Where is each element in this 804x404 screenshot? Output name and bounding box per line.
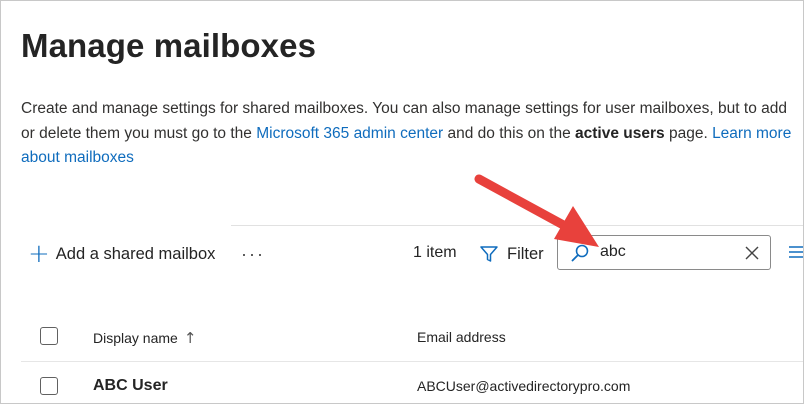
filter-button[interactable]: Filter — [479, 241, 544, 267]
column-header-email[interactable]: Email address — [417, 329, 506, 345]
column-header-display-name[interactable]: Display name ↑ — [93, 329, 196, 347]
filter-icon — [480, 246, 498, 262]
close-icon[interactable] — [744, 245, 760, 261]
page-description: Create and manage settings for shared ma… — [21, 97, 796, 171]
table-row-display-name[interactable]: ABC User — [93, 377, 168, 395]
search-box — [557, 235, 771, 270]
plus-icon: + — [28, 239, 50, 269]
search-input[interactable] — [600, 241, 730, 263]
filter-label: Filter — [507, 244, 544, 263]
sort-arrow-up-icon: ↑ — [183, 329, 197, 347]
page-title: Manage mailboxes — [21, 27, 317, 64]
select-all-checkbox[interactable] — [40, 327, 58, 345]
row-checkbox[interactable] — [40, 377, 58, 395]
admin-center-link[interactable]: Microsoft 365 admin center — [256, 125, 443, 142]
description-text-2: and do this on the — [443, 124, 576, 142]
add-shared-mailbox-label: Add a shared mailbox — [55, 244, 216, 263]
column-header-display-name-label: Display name — [93, 330, 178, 346]
more-icon[interactable]: ··· — [241, 241, 265, 267]
item-count: 1 item — [413, 244, 457, 261]
table-row-email: ABCUser@activedirectorypro.com — [417, 378, 631, 394]
search-icon — [571, 244, 589, 262]
add-shared-mailbox-button[interactable]: + Add a shared mailbox — [28, 241, 215, 267]
active-users-text: active users — [575, 124, 665, 142]
description-text-3: page. — [664, 124, 713, 142]
page-frame: Manage mailboxes Create and manage setti… — [0, 0, 804, 404]
row-separator — [21, 361, 803, 362]
toolbar-divider — [231, 225, 803, 226]
list-view-icon[interactable] — [787, 244, 804, 260]
